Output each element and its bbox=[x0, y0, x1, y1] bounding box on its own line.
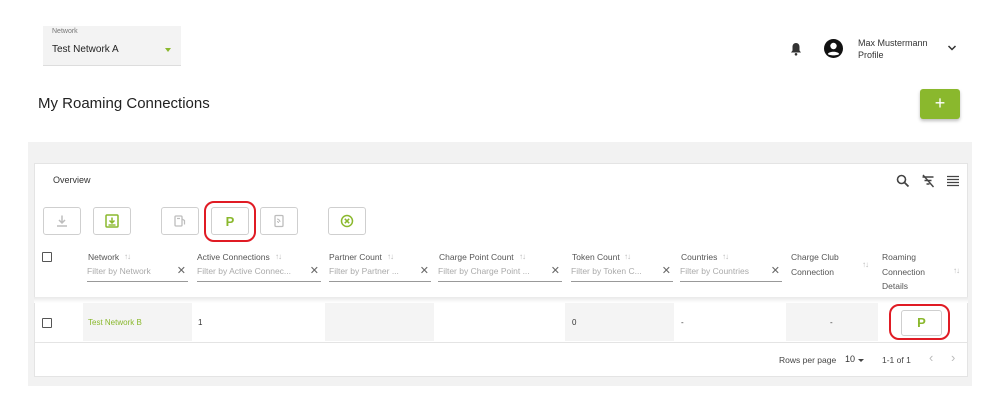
cell-token-count: 0 bbox=[572, 318, 577, 327]
clear-filter-icon[interactable]: ✕ bbox=[310, 266, 319, 277]
col-header-roaming-line2[interactable]: Connection bbox=[882, 265, 925, 280]
filter-countries-placeholder: Filter by Countries bbox=[680, 266, 749, 276]
sort-icon[interactable]: ↑↓ bbox=[862, 260, 869, 269]
columns-menu-icon[interactable] bbox=[946, 174, 960, 188]
caret-down-icon bbox=[165, 48, 171, 52]
add-connection-button[interactable]: + bbox=[920, 89, 960, 119]
filter-token-count[interactable]: Filter by Token C... ✕ bbox=[571, 263, 673, 282]
filter-active-connections-placeholder: Filter by Active Connec... bbox=[197, 266, 292, 276]
avatar-icon[interactable] bbox=[824, 39, 843, 58]
user-profile-link[interactable]: Profile bbox=[858, 50, 884, 60]
sort-icon[interactable]: ↑↓ bbox=[519, 252, 526, 261]
filter-network[interactable]: Filter by Network ✕ bbox=[87, 263, 188, 282]
pagination-range: 1-1 of 1 bbox=[882, 355, 911, 365]
clear-filter-icon[interactable]: ✕ bbox=[420, 266, 429, 277]
sort-icon[interactable]: ↑↓ bbox=[275, 252, 282, 261]
remove-circle-icon bbox=[340, 214, 354, 228]
cell-active-connections: 1 bbox=[198, 318, 203, 327]
col-header-roaming-line3[interactable]: Details bbox=[882, 279, 908, 294]
search-icon[interactable] bbox=[896, 174, 910, 188]
download-icon bbox=[57, 215, 67, 227]
col-header-charge-club-line2[interactable]: Connection bbox=[791, 265, 834, 280]
cell-bg bbox=[565, 303, 674, 341]
remove-button[interactable] bbox=[328, 207, 366, 235]
col-header-roaming-line1[interactable]: Roaming bbox=[882, 250, 916, 265]
chevron-down-icon[interactable] bbox=[947, 44, 957, 52]
network-select-value: Test Network A bbox=[52, 44, 119, 55]
import-icon bbox=[105, 214, 119, 228]
network-select[interactable]: Network Test Network A bbox=[43, 26, 181, 66]
filter-partner-count-placeholder: Filter by Partner ... bbox=[329, 266, 399, 276]
clear-filter-icon[interactable]: ✕ bbox=[551, 266, 560, 277]
highlight-ring bbox=[204, 201, 256, 242]
clear-filter-icon[interactable]: ✕ bbox=[771, 266, 780, 277]
row-checkbox[interactable] bbox=[42, 318, 52, 328]
filter-active-connections[interactable]: Filter by Active Connec... ✕ bbox=[197, 263, 321, 282]
cell-network-link[interactable]: Test Network B bbox=[88, 318, 142, 327]
sort-icon[interactable]: ↑↓ bbox=[722, 252, 729, 261]
filter-countries[interactable]: Filter by Countries ✕ bbox=[680, 263, 782, 282]
filter-charge-point-count-placeholder: Filter by Charge Point ... bbox=[438, 266, 530, 276]
download-button[interactable] bbox=[43, 207, 81, 235]
filter-off-icon[interactable] bbox=[921, 174, 935, 188]
cell-countries: - bbox=[681, 318, 684, 327]
cell-bg bbox=[325, 303, 434, 341]
caret-down-icon[interactable] bbox=[858, 359, 864, 362]
filter-charge-point-count[interactable]: Filter by Charge Point ... ✕ bbox=[438, 263, 562, 282]
select-all-checkbox[interactable] bbox=[42, 252, 52, 262]
sort-icon[interactable]: ↑↓ bbox=[387, 252, 394, 261]
filter-token-count-placeholder: Filter by Token C... bbox=[571, 266, 642, 276]
user-name[interactable]: Max Mustermann bbox=[858, 38, 928, 48]
filter-network-placeholder: Filter by Network bbox=[87, 266, 151, 276]
sort-icon[interactable]: ↑↓ bbox=[624, 252, 631, 261]
next-page-icon[interactable]: › bbox=[951, 351, 955, 364]
cell-charge-club-connection: - bbox=[830, 318, 833, 327]
card-title: Overview bbox=[53, 175, 91, 185]
network-select-label: Network bbox=[52, 28, 78, 35]
filter-partner-count[interactable]: Filter by Partner ... ✕ bbox=[329, 263, 431, 282]
clear-filter-icon[interactable]: ✕ bbox=[177, 266, 186, 277]
bell-icon[interactable] bbox=[790, 42, 802, 56]
rows-per-page-label: Rows per page bbox=[779, 355, 837, 365]
col-header-charge-club-line1[interactable]: Charge Club bbox=[791, 250, 839, 265]
sort-icon[interactable]: ↑↓ bbox=[124, 252, 131, 261]
charge-point-icon bbox=[174, 215, 186, 227]
rows-per-page-select[interactable]: 10 bbox=[845, 354, 855, 364]
row-divider bbox=[34, 342, 968, 343]
clear-filter-icon[interactable]: ✕ bbox=[662, 266, 671, 277]
token-card-icon bbox=[274, 214, 284, 228]
sort-icon[interactable]: ↑↓ bbox=[953, 266, 960, 275]
charge-point-button[interactable] bbox=[161, 207, 199, 235]
page-title: My Roaming Connections bbox=[38, 95, 210, 112]
import-button[interactable] bbox=[93, 207, 131, 235]
token-card-button[interactable] bbox=[260, 207, 298, 235]
highlight-ring bbox=[889, 304, 950, 340]
prev-page-icon[interactable]: ‹ bbox=[929, 351, 933, 364]
